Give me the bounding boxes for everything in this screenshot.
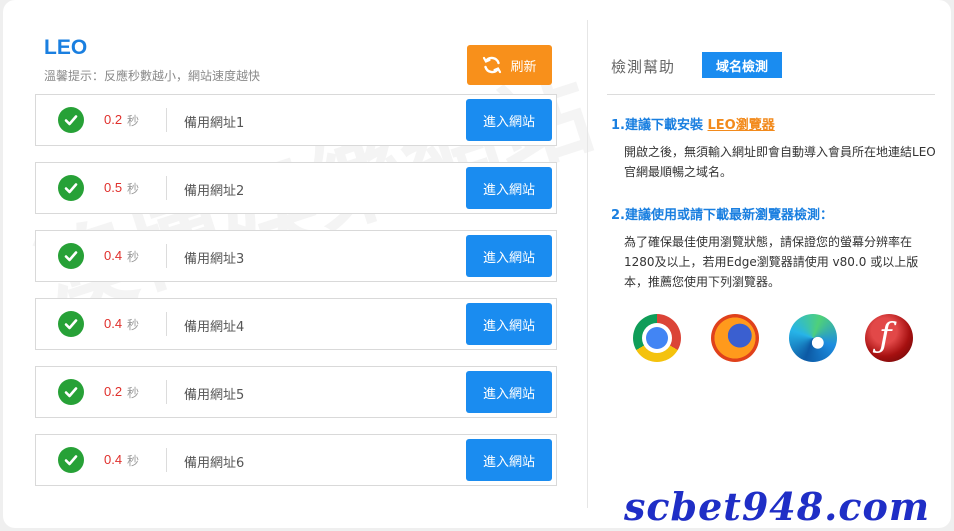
mirror-row: 0.5 秒 備用網址2 進入網站 bbox=[35, 162, 557, 214]
check-icon bbox=[58, 107, 84, 133]
mirror-name: 備用網址6 bbox=[184, 456, 245, 471]
enter-site-button[interactable]: 進入網站 bbox=[466, 235, 552, 277]
check-icon bbox=[58, 379, 84, 405]
step1-prefix: 1.建議下載安裝 bbox=[611, 118, 703, 133]
panel-divider bbox=[587, 20, 588, 508]
refresh-label: 刷新 bbox=[510, 59, 537, 75]
speed-unit: 秒 bbox=[127, 386, 140, 400]
firefox-icon[interactable] bbox=[711, 314, 759, 362]
step2-heading: 2.建議使用或請下載最新瀏覽器檢測： bbox=[611, 208, 833, 223]
speed-value: 0.4 bbox=[104, 452, 123, 467]
speed-hint: 溫馨提示：反應秒數越小，網站速度越快 bbox=[44, 69, 261, 83]
speed-value: 0.2 bbox=[104, 384, 123, 399]
chrome-icon[interactable] bbox=[633, 314, 681, 362]
divider bbox=[166, 448, 167, 472]
speed-value: 0.4 bbox=[104, 248, 123, 263]
speed-value: 0.4 bbox=[104, 316, 123, 331]
site-watermark: scbet948.com bbox=[624, 484, 931, 529]
mirror-name: 備用網址3 bbox=[184, 252, 245, 267]
speed-unit: 秒 bbox=[127, 250, 140, 264]
mirror-row: 0.4 秒 備用網址6 進入網站 bbox=[35, 434, 557, 486]
divider bbox=[166, 312, 167, 336]
refresh-button[interactable]: 刷新 bbox=[467, 45, 552, 85]
mirror-name: 備用網址1 bbox=[184, 116, 245, 131]
brand-title: LEO bbox=[44, 36, 88, 59]
enter-site-button[interactable]: 進入網站 bbox=[466, 439, 552, 481]
main-card: 澳博娛樂網站 LEO 溫馨提示：反應秒數越小，網站速度越快 刷新 0.2 秒 備… bbox=[3, 0, 951, 528]
refresh-icon bbox=[482, 55, 502, 75]
mirror-row: 0.2 秒 備用網址5 進入網站 bbox=[35, 366, 557, 418]
divider bbox=[166, 380, 167, 404]
check-icon bbox=[58, 311, 84, 337]
step1-heading: 1.建議下載安裝 LEO瀏覽器 bbox=[611, 114, 775, 133]
edge-icon[interactable] bbox=[789, 314, 837, 362]
domain-check-button[interactable]: 域名檢測 bbox=[702, 52, 782, 78]
divider bbox=[166, 244, 167, 268]
flash-icon[interactable] bbox=[865, 314, 913, 362]
enter-site-button[interactable]: 進入網站 bbox=[466, 167, 552, 209]
mirror-name: 備用網址5 bbox=[184, 388, 245, 403]
speed-unit: 秒 bbox=[127, 454, 140, 468]
speed-value: 0.2 bbox=[104, 112, 123, 127]
divider bbox=[166, 176, 167, 200]
enter-site-button[interactable]: 進入網站 bbox=[466, 371, 552, 413]
browser-list bbox=[633, 314, 913, 362]
help-title: 檢測幫助 bbox=[611, 58, 676, 76]
check-icon bbox=[58, 447, 84, 473]
enter-site-button[interactable]: 進入網站 bbox=[466, 303, 552, 345]
divider bbox=[166, 108, 167, 132]
mirror-row: 0.2 秒 備用網址1 進入網站 bbox=[35, 94, 557, 146]
mirror-row: 0.4 秒 備用網址3 進入網站 bbox=[35, 230, 557, 282]
mirror-row: 0.4 秒 備用網址4 進入網站 bbox=[35, 298, 557, 350]
check-icon bbox=[58, 175, 84, 201]
speed-unit: 秒 bbox=[127, 182, 140, 196]
speed-unit: 秒 bbox=[127, 318, 140, 332]
help-divider bbox=[607, 94, 935, 95]
step1-description: 開啟之後，無須輸入網址即會自動導入會員所在地連結LEO官網最順暢之域名。 bbox=[624, 145, 936, 179]
enter-site-button[interactable]: 進入網站 bbox=[466, 99, 552, 141]
step2-description: 為了確保最佳使用瀏覽狀態，請保證您的螢幕分辨率在1280及以上，若用Edge瀏覽… bbox=[624, 235, 919, 289]
speed-value: 0.5 bbox=[104, 180, 123, 195]
speed-unit: 秒 bbox=[127, 114, 140, 128]
mirror-name: 備用網址2 bbox=[184, 184, 245, 199]
leo-browser-link[interactable]: LEO瀏覽器 bbox=[708, 118, 775, 133]
check-icon bbox=[58, 243, 84, 269]
mirror-name: 備用網址4 bbox=[184, 320, 245, 335]
